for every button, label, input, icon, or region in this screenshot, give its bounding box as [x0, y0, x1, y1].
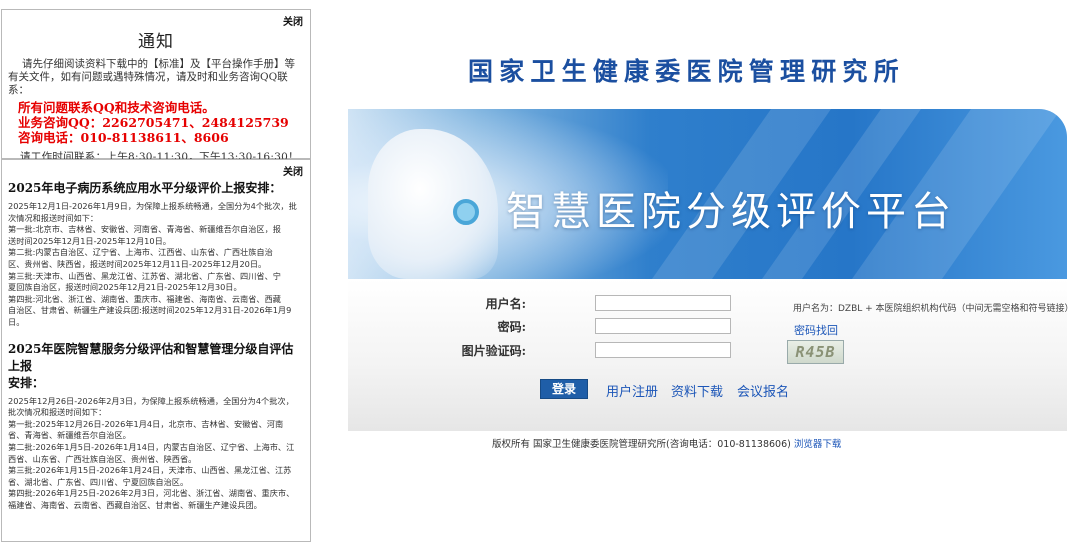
schedule-line: 第四批:河北省、浙江省、湖南省、重庆市、福建省、海南省、云南省、西藏 [8, 293, 281, 304]
notice-body-line: 请先仔细阅读资料下载中的【标准】及【平台操作手册】等 [22, 58, 295, 70]
schedule-heading: 2025年电子病历系统应用水平分级评价上报安排： [8, 181, 282, 195]
schedule-line: 第三批:天津市、山西省、黑龙江省、江苏省、湖北省、广东省、四川省、宁 [8, 270, 281, 281]
notice-contact-line: 所有问题联系QQ和技术咨询电话。 [18, 100, 215, 115]
notice-close-button[interactable]: 关闭 [283, 13, 303, 28]
browser-download-link[interactable]: 浏览器下载 [794, 439, 842, 450]
schedule-line: 第二批:2026年1月5日-2026年1月14日，内蒙古自治区、辽宁省、上海市、… [8, 441, 295, 452]
banner-image: 智慧医院分级评价平台 [348, 109, 1067, 279]
schedule-line: 第四批:2026年1月25日-2026年2月3日，河北省、浙江省、湖南省、重庆市… [8, 488, 295, 499]
schedule-line: 第二批:内蒙古自治区、辽宁省、上海市、江西省、山东省、广西壮族自治 [8, 247, 273, 258]
username-hint: 用户名为：DZBL + 本医院组织机构代码（中间无需空格和符号链接） [793, 304, 1074, 314]
schedule-line: 日。 [8, 316, 25, 327]
schedule-heading-line: 安排： [8, 375, 45, 390]
notice-body-line: 有关文件，如有问题或遇特殊情况，请及时和业务咨询QQ联 [8, 71, 288, 83]
schedule-body: 2025年12月26日-2026年2月3日，为保障上报系统畅通，全国分为4个批次… [2, 392, 310, 512]
captcha-image[interactable]: R45B [787, 340, 844, 364]
schedule-heading: 2025年医院智慧服务分级评估和智慧管理分级自评估上报 安排： [2, 341, 310, 392]
schedule-body: 2025年12月1日-2026年1月9日，为保障上报系统畅通，全国分为4个批次，… [2, 197, 310, 329]
username-input[interactable] [595, 295, 731, 311]
username-label: 用户名: [485, 297, 526, 311]
notice-qq-line: 业务咨询QQ：2262705471、2484125739 [18, 115, 289, 130]
schedule-line: 西省、山东省、广西壮族自治区、贵州省、陕西省。 [8, 453, 197, 464]
notice-panel-schedule: 关闭 2025年电子病历系统应用水平分级评价上报安排： 2025年12月1日-2… [1, 159, 311, 542]
schedule-line: 第三批:2026年1月15日-2026年1月24日，天津市、山西省、黑龙江省、江… [8, 465, 292, 476]
password-label: 密码: [497, 320, 526, 334]
org-title: 国家卫生健康委医院管理研究所 [468, 57, 905, 86]
schedule-line: 福建省、海南省、云南省、西藏自治区、甘肃省、新疆生产建设兵团。 [8, 499, 262, 510]
footer: 版权所有 国家卫生健康委医院管理研究所(咨询电话：010-81138606) 浏… [492, 436, 841, 450]
schedule-line: 省、湖北省、广东省、四川省、宁夏回族自治区。 [8, 476, 189, 487]
schedule-line: 送时间2025年12月1日-2025年12月10日。 [8, 235, 171, 246]
schedule-line: 区、贵州省、陕西省，报送时间2025年12月11日-2025年12月20日。 [8, 258, 267, 269]
password-input[interactable] [595, 318, 731, 334]
notice-panel-contact: 关闭 通知 请先仔细阅读资料下载中的【标准】及【平台操作手册】等 有关文件，如有… [1, 9, 311, 163]
schedule-line: 2025年12月1日-2026年1月9日，为保障上报系统畅通，全国分为4个批次，… [8, 201, 297, 211]
schedule-line: 省、青海省、新疆维吾尔自治区。 [8, 430, 131, 441]
downloads-link[interactable]: 资料下载 [671, 381, 723, 400]
captcha-label: 图片验证码: [461, 344, 526, 358]
stethoscope-icon [453, 199, 479, 225]
platform-slogan: 智慧医院分级评价平台 [506, 189, 956, 235]
captcha-input[interactable] [595, 342, 731, 358]
notice-close-button[interactable]: 关闭 [283, 163, 303, 178]
meeting-signup-link[interactable]: 会议报名 [737, 381, 789, 400]
copyright-text: 版权所有 国家卫生健康委医院管理研究所(咨询电话：010-81138606) [492, 439, 791, 450]
notice-body-line: 系： [8, 84, 29, 96]
register-link[interactable]: 用户注册 [606, 381, 658, 400]
forgot-password-link[interactable]: 密码找回 [794, 322, 838, 338]
schedule-line: 夏回族自治区，报送时间2025年12月21日-2025年12月30日。 [8, 282, 242, 293]
schedule-heading-line: 2025年医院智慧服务分级评估和智慧管理分级自评估上报 [8, 341, 294, 373]
schedule-line: 批次情况和报送时间如下： [8, 407, 107, 418]
notice-title: 通知 [138, 32, 174, 52]
schedule-line: 第一批:北京市、吉林省、安徽省、河南省、青海省、新疆维吾尔自治区，报 [8, 224, 281, 235]
notice-body: 请先仔细阅读资料下载中的【标准】及【平台操作手册】等 有关文件，如有问题或遇特殊… [2, 52, 310, 97]
notice-phone-line: 咨询电话：010-81138611、8606 [18, 130, 229, 145]
schedule-line: 第一批:2025年12月26日-2026年1月4日，北京市、吉林省、安徽省、河南 [8, 418, 284, 429]
schedule-line: 2025年12月26日-2026年2月3日，为保障上报系统畅通，全国分为4个批次… [8, 395, 294, 406]
login-button[interactable]: 登录 [540, 379, 588, 399]
schedule-line: 自治区、甘肃省、新疆生产建设兵团:报送时间2025年12月31日-2026年1月… [8, 305, 292, 316]
schedule-line: 次情况和报送时间如下： [8, 212, 99, 223]
